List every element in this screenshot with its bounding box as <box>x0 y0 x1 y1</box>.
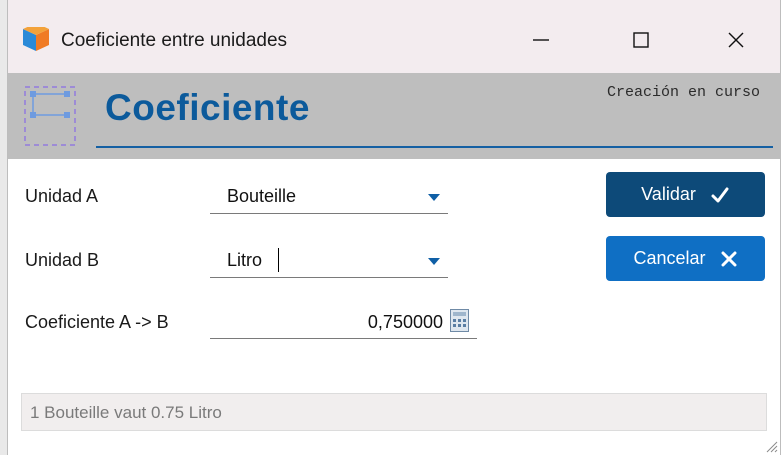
coefficient-label-clip: Coeficiente A -> B <box>25 312 198 336</box>
form-frame-icon <box>24 86 76 146</box>
info-bar: 1 Bouteille vaut 0.75 Litro <box>21 393 767 431</box>
calculator-icon[interactable] <box>450 309 469 332</box>
chevron-down-icon[interactable] <box>428 194 440 201</box>
coefficient-label: Coeficiente A -> B <box>25 312 169 332</box>
title-underline <box>96 146 773 148</box>
unit-a-value: Bouteille <box>227 186 297 206</box>
unit-b-label: Unidad B <box>25 250 100 270</box>
minimize-button[interactable] <box>518 18 564 62</box>
close-button[interactable] <box>713 18 759 62</box>
unit-a-label: Unidad A <box>25 186 99 206</box>
window-title: Coeficiente entre unidades <box>61 30 288 51</box>
close-x-icon <box>721 251 737 266</box>
maximize-button[interactable] <box>618 18 664 62</box>
title-bar[interactable]: Coeficiente entre unidades <box>8 0 780 73</box>
text-cursor <box>278 248 279 272</box>
app-logo-icon <box>23 27 49 51</box>
unit-b-value: Litro <box>227 250 263 270</box>
checkmark-icon <box>711 187 729 202</box>
maximize-icon <box>633 32 649 48</box>
coefficient-input[interactable]: 0,750000 <box>210 304 477 339</box>
dialog-window: Coeficiente entre unidades Coeficiente C… <box>7 0 781 455</box>
page-title: Coeficiente <box>105 87 310 128</box>
chevron-down-icon[interactable] <box>428 258 440 265</box>
cancel-label: Cancelar <box>633 248 706 268</box>
validate-button[interactable]: Validar <box>606 172 765 217</box>
minimize-icon <box>533 39 549 41</box>
resize-grip-icon[interactable] <box>764 439 778 453</box>
cancel-button[interactable]: Cancelar <box>606 236 765 281</box>
coefficient-value: 0,750000 <box>367 312 443 332</box>
validate-label: Validar <box>641 184 696 204</box>
close-icon <box>728 32 744 48</box>
info-text: 1 Bouteille vaut 0.75 Litro <box>30 403 222 422</box>
unit-a-select[interactable]: Bouteille <box>210 180 448 214</box>
status-text: Creación en curso <box>606 84 760 101</box>
unit-b-select[interactable]: Litro <box>210 244 448 278</box>
